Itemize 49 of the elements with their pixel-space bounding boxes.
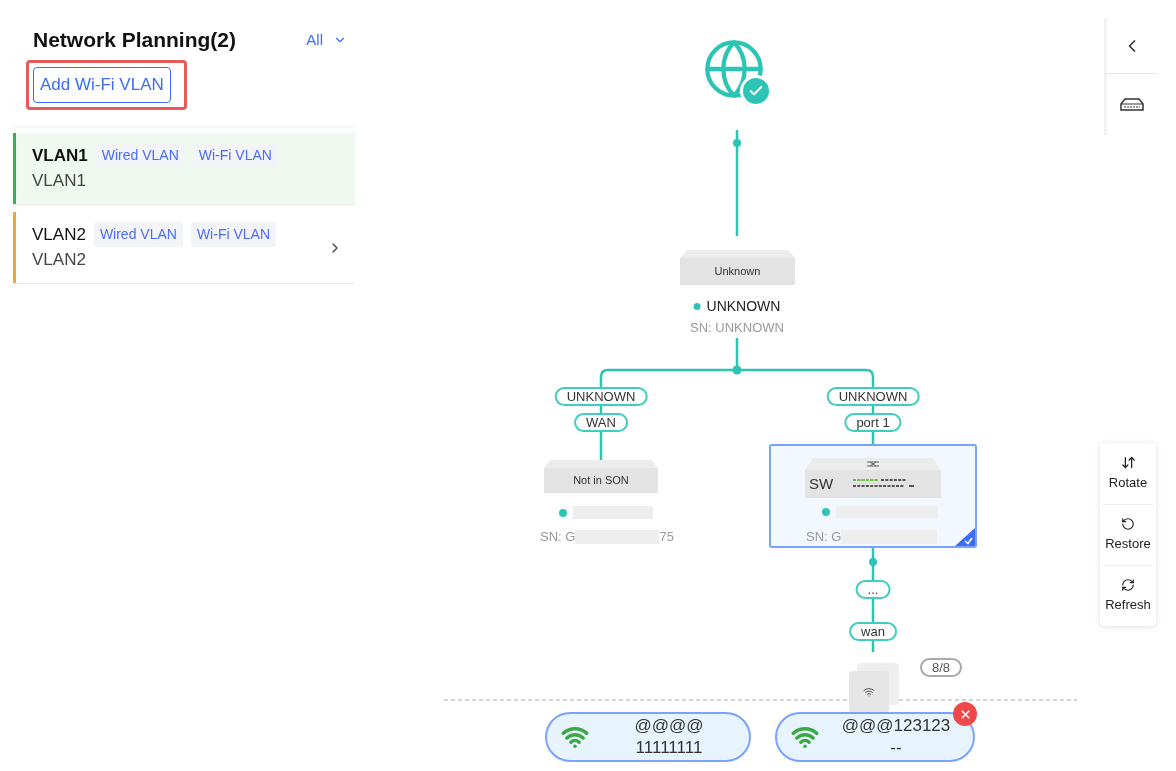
ssid-password: 11111111 [635, 737, 703, 759]
ssid-name: @@@@ [634, 715, 704, 737]
port-label: UNKNOWN [554, 387, 648, 406]
device-label: SW [809, 473, 834, 494]
vlan-tag: Wi-Fi VLAN [190, 221, 277, 247]
port-label: port 1 [844, 413, 902, 432]
vlan-item[interactable]: VLAN2 Wired VLAN Wi-Fi VLAN VLAN2 [13, 211, 355, 284]
vlan-subtitle: VLAN1 [32, 170, 86, 192]
serial-number: SN: G [806, 528, 842, 546]
refresh-icon [1121, 577, 1135, 592]
rotate-icon [1120, 454, 1136, 470]
vlan-tag: Wi-Fi VLAN [192, 142, 278, 168]
panel-title: Network Planning(2) [33, 27, 237, 53]
ssid-name: @@@123123 [841, 715, 951, 737]
tool-button[interactable]: Restore [1103, 504, 1153, 565]
add-wifi-vlan-button[interactable]: Add Wi-Fi VLAN [33, 66, 171, 103]
vlan-tag: Wired VLAN [93, 221, 183, 247]
port-lights-icon [853, 479, 916, 489]
vlan-item[interactable]: VLAN1 Wired VLAN Wi-Fi VLAN VLAN1 [13, 132, 355, 205]
device-label: Unknown [714, 264, 761, 280]
vlan-name: VLAN2 [32, 223, 86, 246]
port-label: ... [855, 580, 891, 599]
port-label: WAN [574, 413, 628, 432]
vlan-tag: Wired VLAN [95, 142, 185, 168]
tool-button[interactable]: Rotate [1103, 443, 1153, 504]
serial-number: 75 [659, 528, 674, 546]
selected-corner-icon [955, 528, 975, 546]
port-label: wan [849, 622, 897, 641]
device-label: Not in SON [573, 473, 629, 489]
device-icon [1119, 97, 1144, 112]
access-point-stack-icon [849, 663, 899, 713]
junction-dot [733, 139, 741, 147]
junction-dot [732, 365, 742, 375]
restore-icon [1121, 516, 1135, 531]
vlan-subtitle: VLAN2 [32, 249, 86, 271]
filter-dropdown[interactable]: All [306, 28, 347, 51]
device-name: UNKNOWN [706, 297, 781, 316]
serial-number: SN: UNKNOWN [690, 319, 784, 337]
tool-button[interactable]: Refresh [1103, 565, 1153, 626]
remove-button[interactable] [953, 702, 977, 726]
serial-number: SN: G [540, 528, 576, 546]
junction-dot [869, 558, 877, 566]
port-label: UNKNOWN [826, 387, 920, 406]
ssid-password: -- [890, 737, 902, 759]
vlan-name: VLAN1 [32, 144, 88, 167]
count-badge: 8/8 [920, 658, 963, 677]
ssid-card[interactable]: @@@@ 11111111 [545, 712, 751, 762]
ssid-card[interactable]: @@@123123 -- [775, 712, 975, 762]
close-icon [958, 707, 972, 721]
